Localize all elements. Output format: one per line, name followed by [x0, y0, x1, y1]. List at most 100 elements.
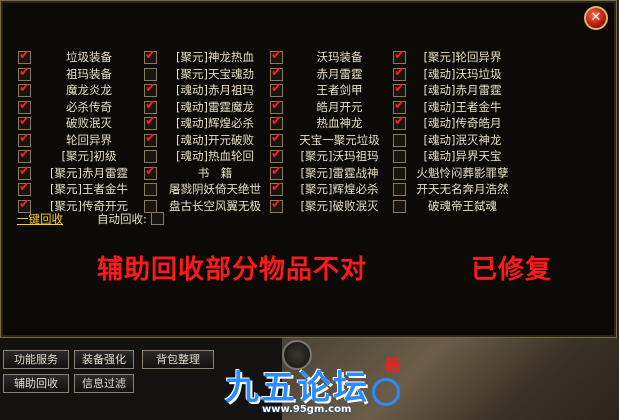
item-checkbox[interactable]: [144, 48, 157, 64]
item-checkbox[interactable]: [270, 98, 283, 114]
item-checkbox[interactable]: [393, 150, 406, 163]
recycle-item[interactable]: [魂动]王者金牛: [390, 98, 513, 116]
item-label: [魂动]热血轮回: [176, 149, 254, 163]
equipment-enhance-button[interactable]: 装备强化: [74, 350, 134, 369]
item-checkbox[interactable]: [393, 48, 406, 64]
item-label: [魂动]王者金牛: [423, 99, 502, 114]
item-label: [魂动]传奇皓月: [423, 116, 502, 130]
recycle-item[interactable]: 热血神龙: [267, 114, 390, 132]
item-label: [聚元]辉煌必杀: [300, 182, 379, 196]
item-checkbox[interactable]: [18, 114, 31, 130]
recycle-item[interactable]: [聚元]辉煌必杀: [267, 180, 390, 198]
item-checkbox[interactable]: [270, 48, 283, 64]
recycle-item[interactable]: [聚元]天宝魂劲: [141, 66, 267, 83]
item-checkbox[interactable]: [270, 164, 283, 180]
recycle-item[interactable]: [魂动]泯灭神龙: [390, 132, 513, 149]
item-label: 天宝一聚元垃圾: [299, 132, 380, 147]
item-checkbox[interactable]: [18, 131, 31, 147]
recycle-item[interactable]: [聚元]沃玛祖玛: [267, 147, 390, 165]
item-checkbox[interactable]: [270, 81, 283, 97]
item-checkbox[interactable]: [144, 164, 157, 180]
item-checkbox[interactable]: [393, 166, 406, 180]
item-checkbox[interactable]: [144, 183, 157, 196]
forum-logo: 九五论坛: [225, 368, 369, 408]
one-click-recycle-link[interactable]: 一键回收: [17, 211, 63, 227]
item-checkbox[interactable]: [270, 114, 283, 130]
recycle-item[interactable]: 破魂帝王弑魂: [390, 198, 513, 215]
recycle-item[interactable]: [聚元]破败泯灭: [267, 197, 390, 215]
item-checkbox[interactable]: [393, 98, 406, 114]
recycle-item[interactable]: 垃圾装备: [15, 48, 141, 66]
info-filter-button[interactable]: 信息过滤: [74, 374, 134, 393]
item-label: [聚元]神龙热血: [176, 50, 254, 64]
recycle-item[interactable]: [魂动]雷霆魔龙: [141, 98, 267, 116]
recycle-item[interactable]: [魂动]异界天宝: [390, 148, 513, 165]
assist-recycle-button[interactable]: 辅助回收: [3, 374, 69, 393]
bag-organize-button[interactable]: 背包整理: [142, 350, 214, 369]
recycle-item[interactable]: 必杀传奇: [15, 98, 141, 116]
recycle-item[interactable]: 皓月开元: [267, 98, 390, 116]
recycle-item[interactable]: [魂动]赤月雷霆: [390, 81, 513, 99]
recycle-item[interactable]: 祖玛装备: [15, 65, 141, 83]
recycle-settings-window: ✕ 垃圾装备 [聚元]神龙热血 沃玛装备 [聚元]轮回异界祖玛装备 [聚元]天宝魂劲 赤月…: [0, 0, 617, 338]
item-label: [聚元]初级: [61, 149, 117, 163]
item-checkbox[interactable]: [144, 131, 157, 147]
item-checkbox[interactable]: [144, 81, 157, 97]
recycle-item[interactable]: 赤月雷霆: [267, 65, 390, 83]
item-checkbox[interactable]: [144, 67, 157, 81]
item-checkbox[interactable]: [144, 114, 157, 130]
item-checkbox[interactable]: [18, 81, 31, 97]
item-label: [魂动]辉煌必杀: [176, 116, 254, 130]
item-checkbox[interactable]: [393, 183, 406, 196]
item-checkbox[interactable]: [270, 197, 283, 213]
logo-new-badge: 新: [385, 356, 402, 375]
item-checkbox[interactable]: [270, 131, 283, 147]
item-checkbox[interactable]: [18, 48, 31, 64]
recycle-item[interactable]: [魂动]开元破败: [141, 131, 267, 149]
recycle-item[interactable]: 沃玛装备: [267, 48, 390, 66]
function-service-button[interactable]: 功能服务: [3, 350, 69, 369]
recycle-item[interactable]: 破败泯灭: [15, 114, 141, 132]
item-label: [聚元]轮回异界: [423, 50, 502, 64]
recycle-item[interactable]: 开天无名奔月浩然: [390, 181, 513, 198]
recycle-item[interactable]: [魂动]沃玛垃圾: [390, 65, 513, 83]
recycle-item[interactable]: [聚元]轮回异界: [390, 48, 513, 66]
item-checkbox[interactable]: [393, 81, 406, 97]
recycle-item[interactable]: [聚元]王者金牛: [15, 180, 141, 198]
item-checkbox[interactable]: [393, 114, 406, 130]
item-checkbox[interactable]: [393, 199, 406, 213]
recycle-item[interactable]: [聚元]雷霆战神: [267, 164, 390, 182]
auto-recycle-checkbox[interactable]: [151, 212, 164, 225]
recycle-item[interactable]: [魂动]赤月祖玛: [141, 81, 267, 99]
item-checkbox[interactable]: [270, 147, 283, 163]
recycle-item[interactable]: [魂动]热血轮回: [141, 148, 267, 165]
item-label: 破败泯灭: [66, 116, 112, 130]
item-checkbox[interactable]: [144, 98, 157, 114]
logo-url: www.95gm.com: [262, 404, 352, 415]
recycle-item[interactable]: 魔龙炎龙: [15, 81, 141, 99]
recycle-item[interactable]: 天宝一聚元垃圾: [267, 131, 390, 149]
item-label: [魂动]赤月祖玛: [176, 83, 254, 97]
recycle-item[interactable]: 书 籍: [141, 164, 267, 182]
recycle-item[interactable]: 火魁怜闷葬影罪孽: [390, 165, 513, 182]
recycle-item[interactable]: [聚元]神龙热血: [141, 48, 267, 66]
item-checkbox[interactable]: [18, 98, 31, 114]
item-checkbox[interactable]: [18, 65, 31, 81]
recycle-item[interactable]: [魂动]辉煌必杀: [141, 114, 267, 132]
item-checkbox[interactable]: [18, 180, 31, 196]
item-checkbox[interactable]: [270, 65, 283, 81]
item-checkbox[interactable]: [270, 180, 283, 196]
item-checkbox[interactable]: [393, 133, 406, 147]
recycle-item[interactable]: 王者剑甲: [267, 81, 390, 99]
recycle-item[interactable]: [聚元]赤月雷霆: [15, 164, 141, 182]
recycle-item[interactable]: 屠戮阴妖倚天绝世: [141, 181, 267, 198]
close-icon[interactable]: ✕: [584, 6, 608, 30]
recycle-item[interactable]: [魂动]传奇皓月: [390, 114, 513, 132]
item-label: 皓月开元: [316, 99, 363, 114]
item-checkbox[interactable]: [393, 65, 406, 81]
item-checkbox[interactable]: [18, 164, 31, 180]
recycle-item[interactable]: 轮回异界: [15, 131, 141, 149]
item-checkbox[interactable]: [18, 147, 31, 163]
item-checkbox[interactable]: [144, 150, 157, 163]
recycle-item[interactable]: [聚元]初级: [15, 147, 141, 165]
